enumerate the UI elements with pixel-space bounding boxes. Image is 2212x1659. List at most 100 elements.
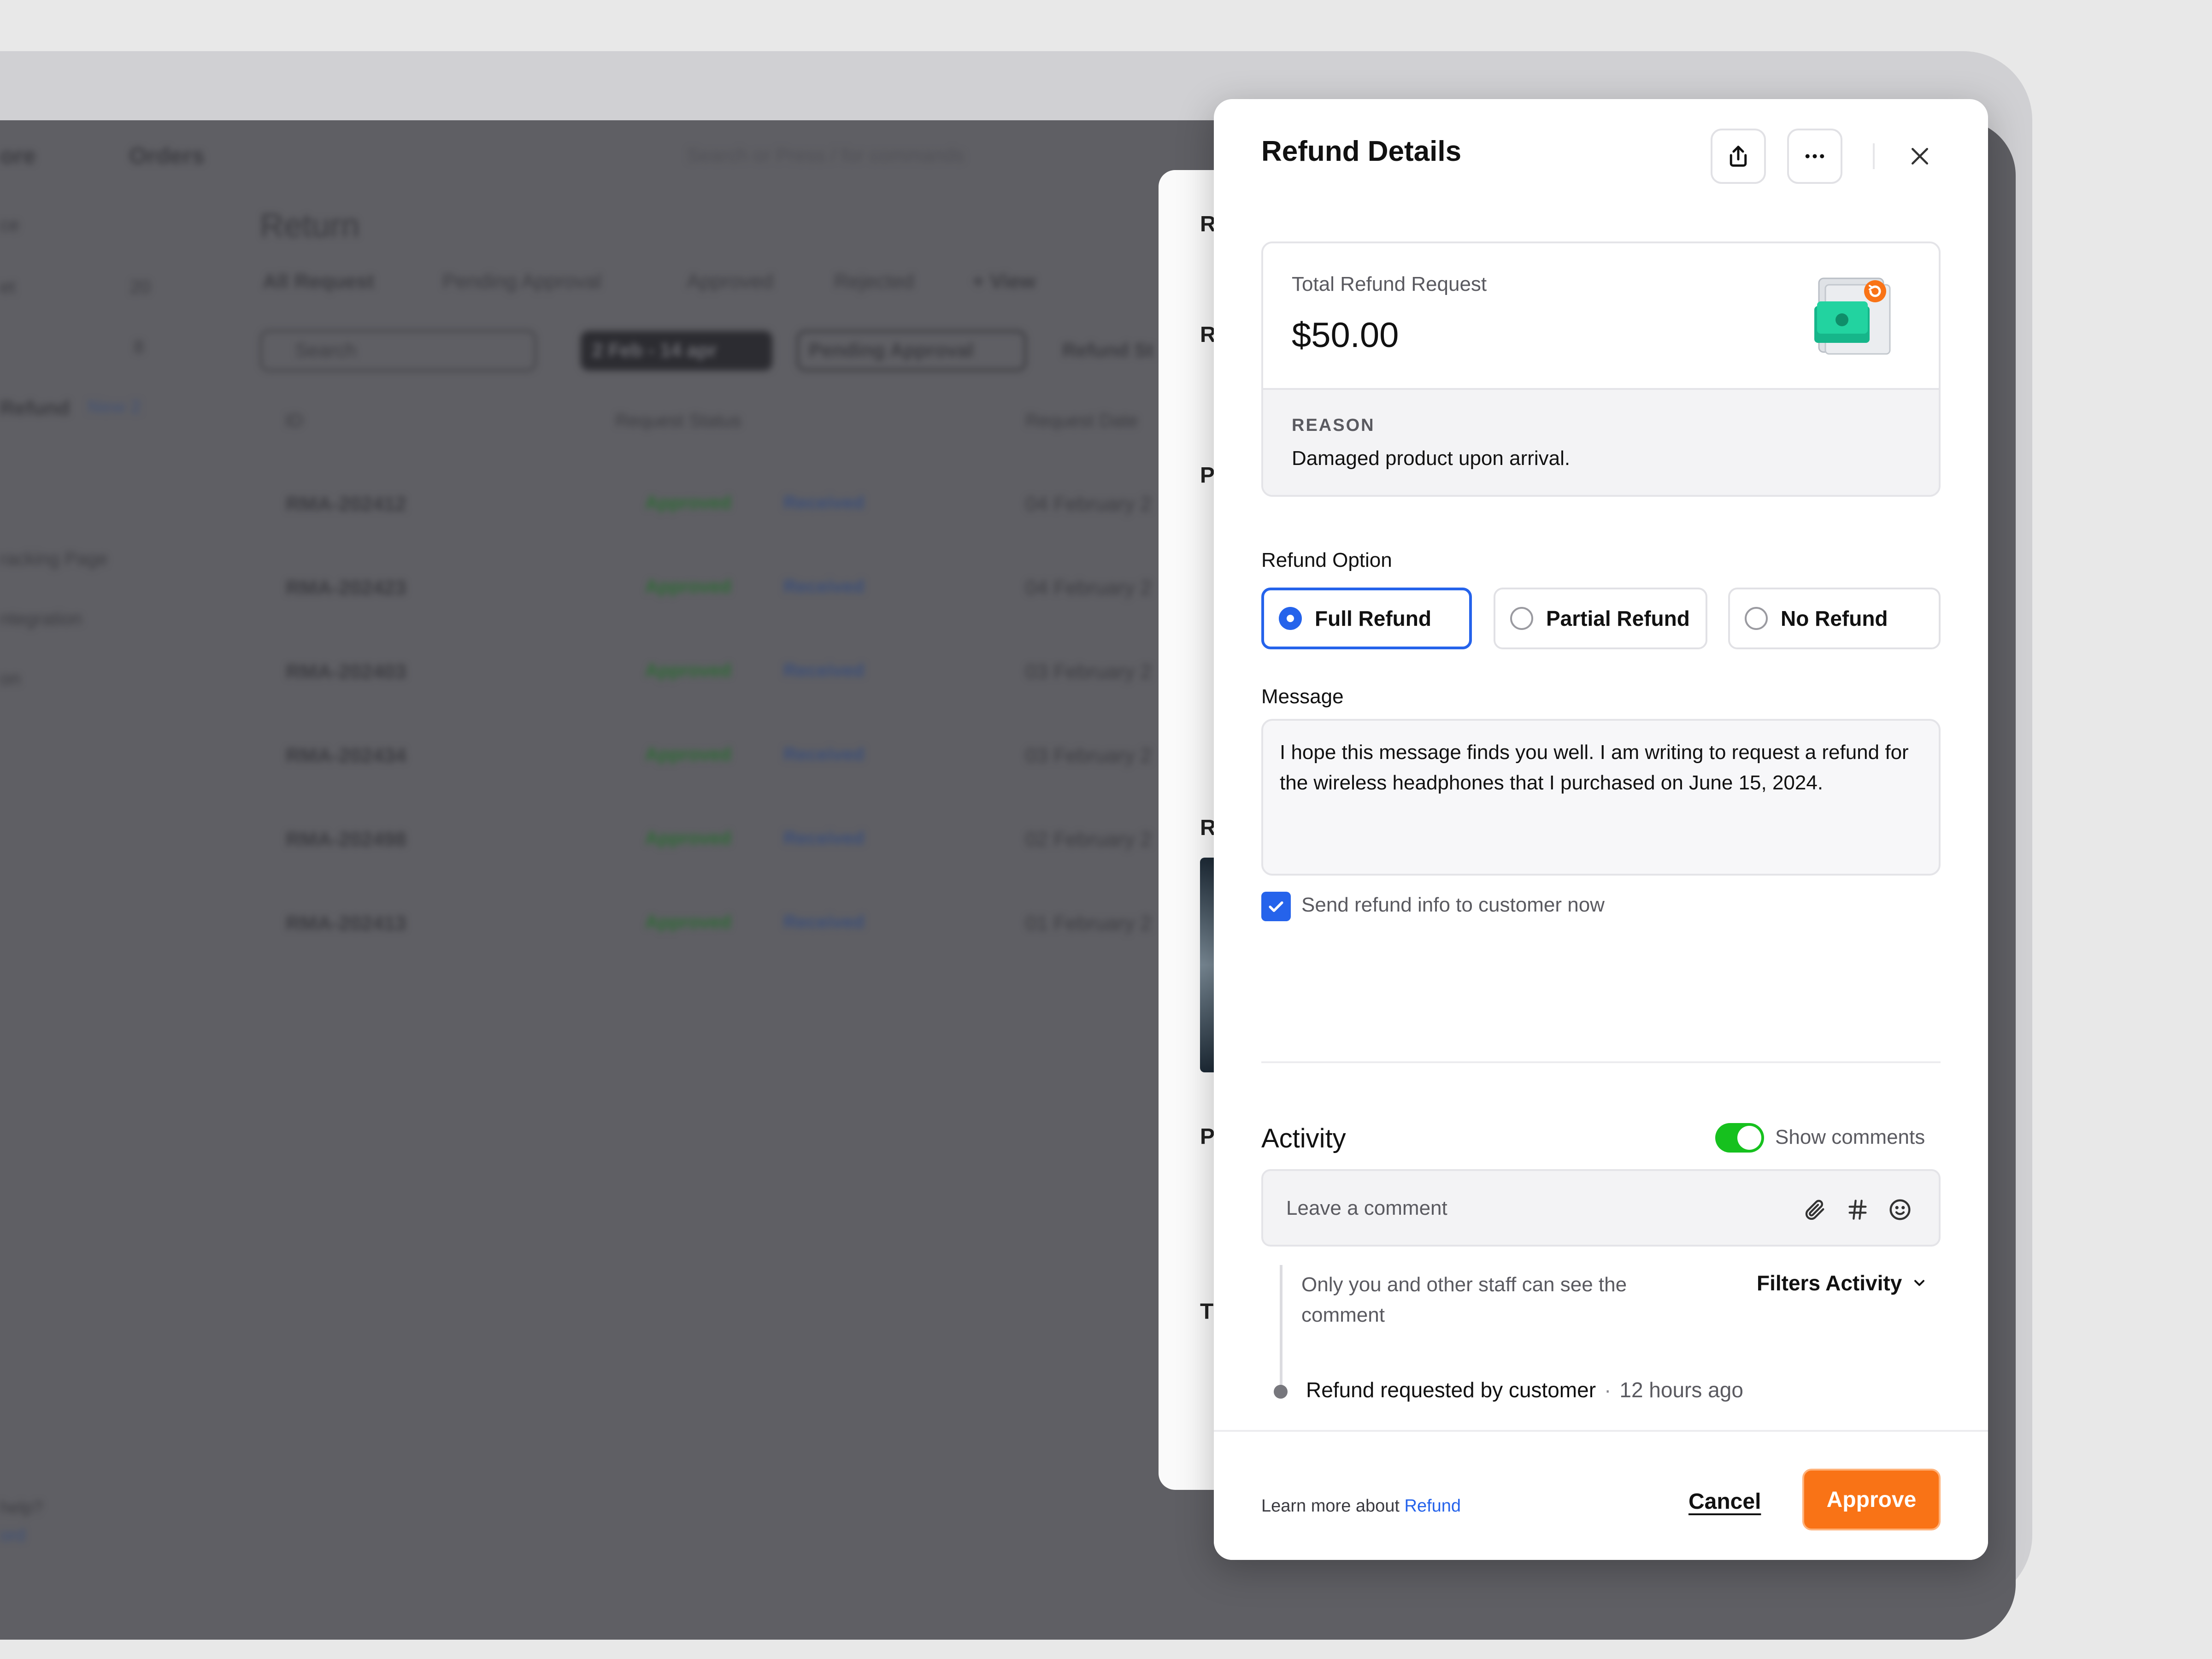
row-tag: Received	[783, 828, 865, 848]
send-info-label[interactable]: Send refund info to customer now	[1301, 894, 1605, 917]
learn-more-text: Learn more about Refund	[1261, 1496, 1461, 1516]
timeline-line	[1280, 1265, 1282, 1399]
option-partial-refund[interactable]: Partial Refund	[1494, 588, 1707, 649]
date-filter-text: 2 Feb - 14 apr	[592, 339, 717, 361]
radio-button[interactable]	[1510, 607, 1533, 630]
breadcrumb-orders[interactable]: Orders	[129, 142, 205, 169]
sidebar-item[interactable]: racking Page	[0, 549, 107, 570]
cancel-button[interactable]: Cancel	[1688, 1489, 1761, 1514]
row-id[interactable]: RMA-202434	[286, 744, 406, 767]
sidebar-item[interactable]: ntegration	[0, 609, 82, 629]
timeline-dot	[1274, 1385, 1288, 1399]
row-date: 01 February 2	[1025, 912, 1152, 935]
row-status: Approved	[645, 912, 731, 932]
show-comments-toggle[interactable]	[1715, 1123, 1764, 1153]
total-refund-amount: $50.00	[1292, 316, 1399, 355]
column-status[interactable]: Request Status	[615, 411, 741, 431]
row-date: 02 February 2	[1025, 828, 1152, 851]
panel-letter: P	[1200, 463, 1215, 488]
activity-title: Activity	[1261, 1124, 1346, 1153]
option-label: Full Refund	[1315, 606, 1431, 630]
more-icon	[1805, 154, 1824, 159]
approve-button[interactable]: Approve	[1802, 1469, 1941, 1530]
learn-prefix: Learn more about	[1261, 1496, 1405, 1516]
tab-pending-approval[interactable]: Pending Approval	[442, 270, 601, 293]
row-id[interactable]: RMA-202498	[286, 828, 406, 851]
activity-event: Refund requested by customer · 12 hours ag…	[1306, 1377, 1743, 1402]
row-status: Approved	[645, 660, 731, 681]
filters-activity-dropdown[interactable]: Filters Activity	[1757, 1271, 1928, 1295]
option-label: Partial Refund	[1546, 606, 1690, 630]
refund-filter-text[interactable]: Refund St	[1062, 339, 1153, 361]
message-label: Message	[1261, 685, 1344, 708]
row-date: 03 February 2	[1025, 744, 1152, 767]
close-button[interactable]	[1900, 137, 1939, 176]
global-search[interactable]: Search or Press / for commands	[687, 144, 964, 166]
radio-button[interactable]	[1745, 607, 1768, 630]
learn-more-link[interactable]: Refund	[1405, 1496, 1461, 1516]
radio-button[interactable]	[1279, 607, 1302, 630]
refund-details-modal: Refund Details Total Refund Request $50.…	[1214, 99, 1988, 1560]
row-status: Approved	[645, 828, 731, 848]
sidebar-item[interactable]: on	[0, 669, 21, 689]
row-tag: Received	[783, 660, 865, 681]
header-divider	[1873, 143, 1875, 169]
row-date: 03 February 2	[1025, 660, 1152, 683]
filters-activity-label: Filters Activity	[1757, 1271, 1902, 1295]
send-info-checkbox[interactable]	[1261, 892, 1291, 921]
store-selector[interactable]: ore	[0, 142, 36, 169]
refund-option-label: Refund Option	[1261, 549, 1392, 571]
column-date[interactable]: Request Date	[1025, 411, 1138, 431]
sidebar-item-refund[interactable]: Refund	[0, 397, 70, 420]
attachment-icon	[1805, 1200, 1824, 1220]
sidebar-badge: New 2	[88, 397, 141, 417]
option-no-refund[interactable]: No Refund	[1728, 588, 1941, 649]
share-icon	[1730, 146, 1747, 167]
row-id[interactable]: RMA-202423	[286, 577, 406, 600]
modal-title: Refund Details	[1261, 135, 1462, 167]
column-id[interactable]: ID	[285, 411, 303, 431]
show-comments-label[interactable]: Show comments	[1775, 1126, 1925, 1149]
more-options-button[interactable]	[1787, 129, 1842, 184]
panel-letter: P	[1200, 1124, 1215, 1149]
attachment-button[interactable]	[1800, 1195, 1830, 1224]
reason-text: Damaged product upon arrival.	[1292, 447, 1571, 470]
tab-rejected[interactable]: Rejected	[834, 270, 914, 293]
option-full-refund[interactable]: Full Refund	[1261, 588, 1472, 649]
add-view-button[interactable]: + View	[972, 270, 1035, 293]
tab-all-request[interactable]: All Request	[263, 270, 374, 293]
row-tag: Received	[783, 744, 865, 765]
panel-letter: T	[1200, 1300, 1214, 1324]
sidebar-item[interactable]: ce	[0, 215, 19, 235]
sidebar-count: 8	[134, 337, 144, 357]
status-filter-text: Pending Approval	[809, 339, 974, 361]
tab-approved[interactable]: Approved	[687, 270, 773, 293]
row-date: 04 February 2	[1025, 577, 1152, 599]
emoji-button[interactable]	[1885, 1195, 1915, 1224]
filter-search-text: Search	[295, 339, 357, 361]
chevron-down-icon	[1914, 1280, 1925, 1286]
option-label: No Refund	[1781, 606, 1888, 630]
row-status: Approved	[645, 493, 731, 513]
event-text: Refund requested by customer	[1306, 1378, 1596, 1402]
row-tag: Received	[783, 493, 865, 513]
sidebar-item[interactable]: et	[0, 277, 15, 298]
row-id[interactable]: RMA-202412	[286, 493, 406, 516]
modal-footer: Learn more about Refund Cancel Approve	[1214, 1430, 1988, 1560]
row-status: Approved	[645, 744, 731, 765]
total-refund-label: Total Refund Request	[1292, 273, 1487, 295]
row-id[interactable]: RMA-202403	[286, 660, 406, 683]
comment-placeholder: Leave a comment	[1286, 1197, 1447, 1219]
refund-summary-card: Total Refund Request $50.00 REASON Damag…	[1261, 241, 1941, 497]
check-icon	[1269, 901, 1283, 912]
refund-money-icon	[1814, 277, 1891, 355]
row-id[interactable]: RMA-202413	[286, 912, 406, 935]
row-date: 04 February 2	[1025, 493, 1152, 515]
row-tag: Received	[783, 577, 865, 597]
message-textarea[interactable]: I hope this message finds you well. I am…	[1261, 719, 1941, 876]
share-button[interactable]	[1711, 129, 1766, 184]
help-link[interactable]: ord	[0, 1526, 25, 1546]
refund-total-section: Total Refund Request $50.00	[1263, 243, 1939, 390]
hashtag-button[interactable]	[1843, 1195, 1872, 1224]
comment-input[interactable]: Leave a comment	[1261, 1169, 1941, 1247]
